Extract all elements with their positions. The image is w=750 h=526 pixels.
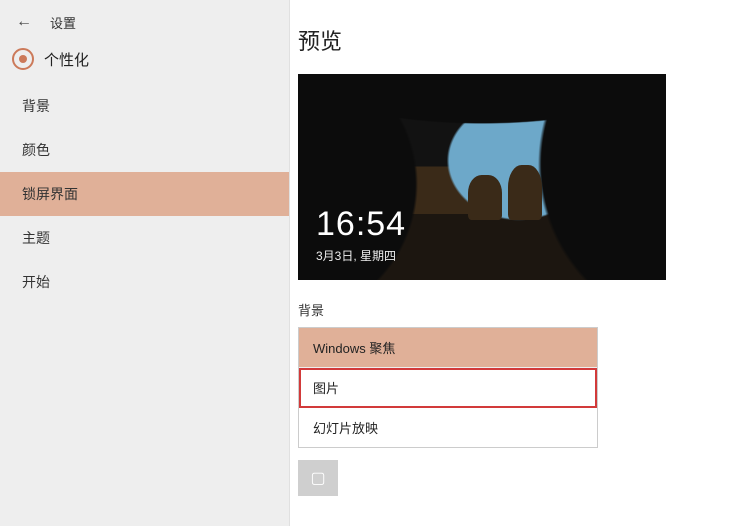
lockscreen-preview: 16:54 3月3日, 星期四 — [298, 74, 666, 280]
page-title: 预览 — [298, 24, 750, 56]
sidebar-item-themes[interactable]: 主题 — [0, 216, 289, 260]
gear-icon — [12, 48, 34, 70]
sidebar: ← 设置 个性化 背景 颜色 锁屏界面 主题 开始 — [0, 0, 290, 526]
sidebar-item-lockscreen[interactable]: 锁屏界面 — [0, 172, 289, 216]
sidebar-item-start[interactable]: 开始 — [0, 260, 289, 304]
lockscreen-date: 3月3日, 星期四 — [316, 247, 396, 264]
back-arrow-icon: ← — [16, 13, 32, 31]
subheader: 个性化 — [0, 40, 289, 84]
preview-rock-icon — [508, 165, 542, 220]
browse-button[interactable]: ▢ — [298, 460, 338, 496]
header: ← 设置 — [0, 0, 289, 40]
image-icon: ▢ — [310, 468, 325, 488]
main-panel: 预览 16:54 3月3日, 星期四 背景 Windows 聚焦 图片 幻灯片放… — [290, 0, 750, 526]
sidebar-item-colors[interactable]: 颜色 — [0, 128, 289, 172]
subheader-title: 个性化 — [44, 49, 89, 70]
preview-rock-icon — [468, 175, 502, 220]
background-section-label: 背景 — [298, 300, 750, 319]
sidebar-item-background[interactable]: 背景 — [0, 84, 289, 128]
nav-list: 背景 颜色 锁屏界面 主题 开始 — [0, 84, 289, 304]
background-dropdown[interactable]: Windows 聚焦 图片 幻灯片放映 — [298, 327, 598, 448]
dropdown-option-spotlight[interactable]: Windows 聚焦 — [299, 328, 597, 368]
lockscreen-time: 16:54 — [316, 205, 406, 244]
back-button[interactable]: ← — [12, 10, 36, 34]
dropdown-option-picture[interactable]: 图片 — [299, 368, 597, 408]
header-title: 设置 — [50, 13, 76, 32]
dropdown-option-slideshow[interactable]: 幻灯片放映 — [299, 408, 597, 447]
